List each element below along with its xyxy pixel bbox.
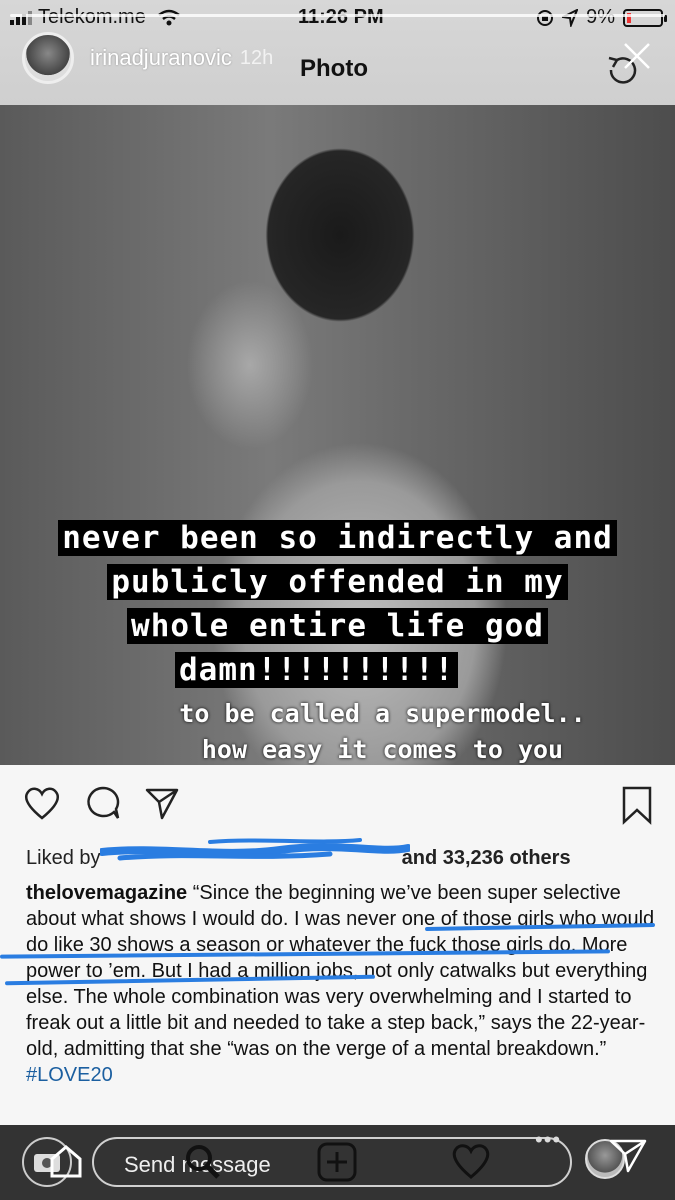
- close-icon[interactable]: [621, 40, 653, 72]
- overlay-line: publicly offended in my: [107, 564, 568, 600]
- caption-username[interactable]: thelovemagazine: [26, 882, 187, 904]
- clock: 11:26 PM: [298, 6, 384, 28]
- battery-percent: 9%: [586, 6, 615, 28]
- heart-icon[interactable]: [22, 785, 62, 821]
- activity-heart-icon[interactable]: [450, 1141, 492, 1181]
- status-bar: Telekom.me 11:26 PM 9%: [0, 0, 675, 36]
- battery-icon: [623, 8, 667, 27]
- signal-icon: [10, 10, 32, 25]
- story-username[interactable]: irinadjuranovic: [90, 45, 232, 71]
- story-profile[interactable]: irinadjuranovic 12h: [22, 32, 273, 84]
- more-options-icon[interactable]: •••: [535, 1127, 561, 1153]
- post-actions: [22, 785, 180, 821]
- home-icon[interactable]: [46, 1141, 86, 1181]
- story-header: Telekom.me 11:26 PM 9% irinadjuranovic 1: [0, 0, 675, 105]
- caption-hashtag[interactable]: #LOVE20: [26, 1064, 113, 1086]
- overlay-subline: how easy it comes to you: [201, 735, 564, 764]
- post-details: Liked by and 33,236 others thelovemagazi…: [0, 765, 675, 1125]
- add-post-icon[interactable]: [316, 1141, 358, 1183]
- overlay-subline: to be called a supermodel..: [179, 699, 586, 728]
- carrier-group: Telekom.me: [10, 6, 180, 29]
- wifi-icon: [158, 9, 180, 25]
- share-icon[interactable]: [144, 785, 180, 821]
- avatar[interactable]: [22, 32, 74, 84]
- overlay-line: whole entire life god: [127, 608, 548, 644]
- comment-icon[interactable]: [84, 785, 122, 821]
- caption-text: “Since the beginning we’ve been super se…: [26, 882, 655, 1060]
- likes-count[interactable]: and 33,236 others: [402, 847, 571, 869]
- likes-prefix: Liked by: [26, 847, 101, 869]
- page-title: Photo: [300, 55, 368, 82]
- reply-bar: Send message •••: [0, 1125, 675, 1200]
- story-progress-bar: [10, 14, 665, 17]
- bookmark-icon[interactable]: [621, 785, 653, 825]
- search-icon[interactable]: [182, 1141, 222, 1181]
- post-caption: thelovemagazine “Since the beginning we’…: [26, 880, 656, 1088]
- overlay-line: never been so indirectly and: [58, 520, 617, 556]
- overlay-line: damn!!!!!!!!!!: [175, 652, 459, 688]
- story-age: 12h: [239, 46, 274, 69]
- status-right: 9%: [536, 6, 667, 29]
- story-photo: never been so indirectly and publicly of…: [0, 105, 675, 765]
- story-text-overlay: never been so indirectly and publicly of…: [0, 520, 675, 765]
- redaction-scribble: [100, 838, 410, 861]
- carrier-name: Telekom.me: [38, 6, 146, 28]
- send-icon[interactable]: [608, 1135, 648, 1175]
- location-icon: [562, 8, 579, 27]
- rotation-lock-icon: [537, 9, 554, 26]
